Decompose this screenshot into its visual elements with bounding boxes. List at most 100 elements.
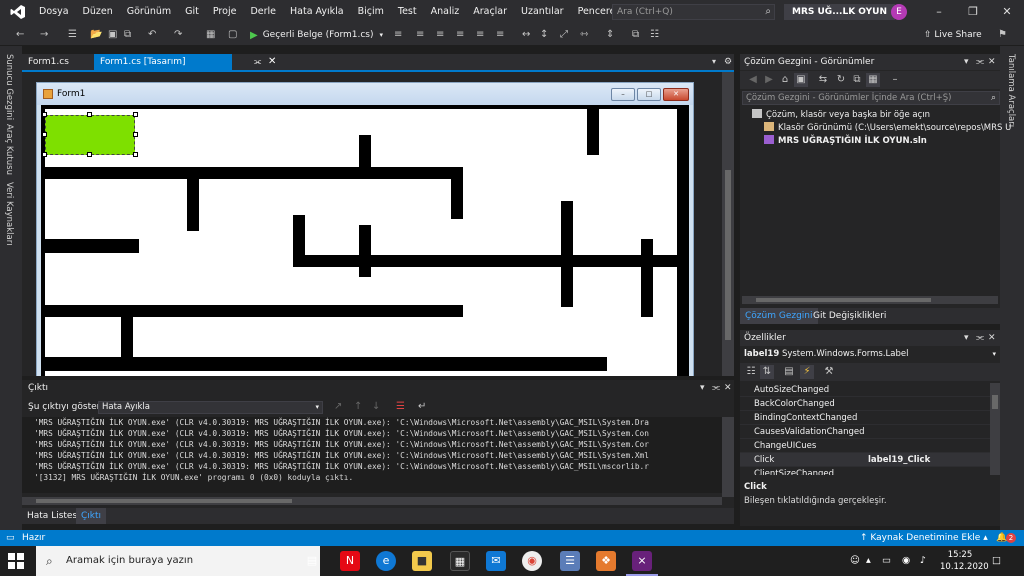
person-icon[interactable]: ☺: [850, 546, 860, 576]
tab-form1-cs[interactable]: Form1.cs: [22, 54, 75, 70]
close-icon[interactable]: ✕: [988, 54, 996, 70]
output-vertical-scrollbar[interactable]: [722, 417, 734, 497]
collapse-all-icon[interactable]: ⧉: [850, 73, 864, 87]
volume-icon[interactable]: ♪: [920, 546, 926, 576]
same-height-icon[interactable]: ↕: [540, 27, 548, 43]
restore-icon[interactable]: ❐: [956, 0, 990, 24]
solution-title[interactable]: MRS UĞ...LK OYUN: [784, 4, 895, 20]
maze-wall[interactable]: [587, 105, 599, 155]
show-hidden-icons-icon[interactable]: ▴: [866, 546, 871, 576]
solution-horizontal-scrollbar[interactable]: [742, 296, 998, 304]
maze-wall[interactable]: [41, 357, 607, 371]
output-source-select[interactable]: Hata Ayıkla ▾: [98, 401, 323, 414]
app-icon[interactable]: ☰: [560, 551, 580, 571]
source-control-button[interactable]: ↑ Kaynak Denetimine Ekle ▴: [860, 530, 988, 546]
tab-list-dropdown-icon[interactable]: ▾: [712, 54, 716, 70]
forward-icon[interactable]: →: [40, 27, 48, 43]
resize-handle[interactable]: [42, 112, 47, 117]
settings-icon[interactable]: ⚙: [724, 54, 732, 70]
properties-icon[interactable]: –: [888, 73, 902, 87]
property-row[interactable]: BindingContextChanged: [740, 411, 990, 425]
panel-options-icon[interactable]: ▾: [964, 330, 969, 346]
align-middle-icon[interactable]: ≡: [476, 27, 484, 43]
clock[interactable]: 15:25 10.12.2020: [940, 549, 989, 573]
tab-form1-design[interactable]: Form1.cs [Tasarım] ⫘ ✕: [94, 54, 276, 70]
scrollbar-thumb[interactable]: [756, 298, 931, 302]
toolbox-tab[interactable]: Araç Kutusu: [4, 124, 14, 175]
avatar[interactable]: E: [891, 4, 907, 20]
back-icon[interactable]: ←: [16, 27, 24, 43]
categorized-icon[interactable]: ☷: [744, 365, 758, 379]
bring-front-icon[interactable]: ⧉: [632, 27, 639, 43]
minimize-icon[interactable]: –: [922, 0, 956, 24]
start-debug-button[interactable]: ▶ Geçerli Belge (Form1.cs) ▾: [250, 27, 383, 43]
tab-order-icon[interactable]: ☷: [650, 27, 659, 43]
search-input[interactable]: Ara (Ctrl+Q) ⌕: [612, 4, 775, 20]
menu-tools[interactable]: Araçlar: [466, 0, 514, 24]
form-window[interactable]: Form1 – □ ✕: [36, 82, 694, 376]
visual-studio-taskbar-icon[interactable]: ⨯: [632, 551, 652, 571]
maze-wall[interactable]: [451, 167, 463, 219]
diagnostic-tools-tab[interactable]: Tanılama Araçları: [1006, 54, 1016, 127]
windows-start-icon[interactable]: [8, 553, 24, 569]
panel-options-icon[interactable]: ▾: [964, 54, 969, 70]
properties-object-select[interactable]: label19 System.Windows.Forms.Label ▾: [740, 347, 1000, 361]
tab-output[interactable]: Çıktı: [76, 508, 107, 524]
save-icon[interactable]: ▣: [108, 27, 117, 43]
output-horizontal-scrollbar[interactable]: [22, 497, 722, 505]
pin-icon[interactable]: ⫘: [712, 380, 720, 396]
taskbar-search-input[interactable]: ⌕ Aramak için buraya yazın: [36, 546, 320, 576]
scrollbar-thumb[interactable]: [36, 499, 292, 503]
close-icon[interactable]: ✕: [988, 330, 996, 346]
menu-format[interactable]: Biçim: [351, 0, 391, 24]
properties-vertical-scrollbar[interactable]: [990, 383, 1000, 475]
align-right-icon[interactable]: ≡: [436, 27, 444, 43]
edge-icon[interactable]: e: [376, 551, 396, 571]
notification-center-icon[interactable]: □: [992, 546, 1001, 576]
back-icon[interactable]: ◀: [746, 73, 760, 87]
battery-icon[interactable]: ▭: [882, 546, 891, 576]
redo-icon[interactable]: ↷: [174, 27, 182, 43]
netflix-icon[interactable]: N: [340, 551, 360, 571]
align-bottom-icon[interactable]: ≡: [496, 27, 504, 43]
word-wrap-icon[interactable]: ↵: [418, 399, 426, 415]
undo-icon[interactable]: ↶: [148, 27, 156, 43]
property-row[interactable]: CausesValidationChanged: [740, 425, 990, 439]
output-text[interactable]: 'MRS UĞRAŞTIĞIN İLK OYUN.exe' (CLR v4.0.…: [22, 417, 722, 493]
align-center-icon[interactable]: ≡: [416, 27, 424, 43]
task-view-icon[interactable]: ▤: [302, 551, 322, 571]
menu-extensions[interactable]: Uzantılar: [514, 0, 571, 24]
resize-handle[interactable]: [42, 152, 47, 157]
menu-analyze[interactable]: Analiz: [424, 0, 467, 24]
property-pages-icon[interactable]: ⚒: [822, 365, 836, 379]
maze-wall[interactable]: [677, 105, 689, 376]
property-row-selected[interactable]: Click label19_Click: [740, 453, 990, 467]
file-explorer-icon[interactable]: ■: [412, 551, 432, 571]
pin-icon[interactable]: ⫘: [976, 330, 984, 346]
solution-search-input[interactable]: Çözüm Gezgini - Görünümler İçinde Ara (C…: [742, 91, 1000, 105]
close-icon[interactable]: ✕: [990, 0, 1024, 24]
resize-handle[interactable]: [133, 132, 138, 137]
pin-icon[interactable]: ⫘: [254, 54, 261, 70]
home-icon[interactable]: ⌂: [778, 73, 792, 87]
store-icon[interactable]: ▦: [450, 551, 470, 571]
switch-views-icon[interactable]: ▣: [794, 73, 808, 87]
vspace-icon[interactable]: ⇕: [606, 27, 614, 43]
clear-all-icon[interactable]: ☰: [396, 399, 405, 415]
pin-icon[interactable]: ⫘: [976, 54, 984, 70]
scrollbar-thumb[interactable]: [725, 170, 731, 340]
hspace-icon[interactable]: ⇿: [580, 27, 588, 43]
align-left-icon[interactable]: ≡: [394, 27, 402, 43]
maze-wall[interactable]: [187, 179, 199, 231]
maze-wall[interactable]: [293, 255, 677, 267]
maze-wall[interactable]: [41, 167, 463, 179]
menu-edit[interactable]: Düzen: [76, 0, 120, 24]
tree-item-open-solution[interactable]: Çözüm, klasör veya başka bir öğe açın: [752, 109, 930, 122]
alphabetical-icon[interactable]: ⇅: [760, 365, 774, 379]
property-row[interactable]: ChangeUICues: [740, 439, 990, 453]
refresh-icon[interactable]: ↻: [834, 73, 848, 87]
designer-vertical-scrollbar[interactable]: [722, 72, 734, 376]
maze-wall[interactable]: [41, 305, 463, 317]
save-all-icon[interactable]: ⧉: [124, 27, 131, 43]
tab-solution-explorer[interactable]: Çözüm Gezgini: [740, 308, 818, 324]
